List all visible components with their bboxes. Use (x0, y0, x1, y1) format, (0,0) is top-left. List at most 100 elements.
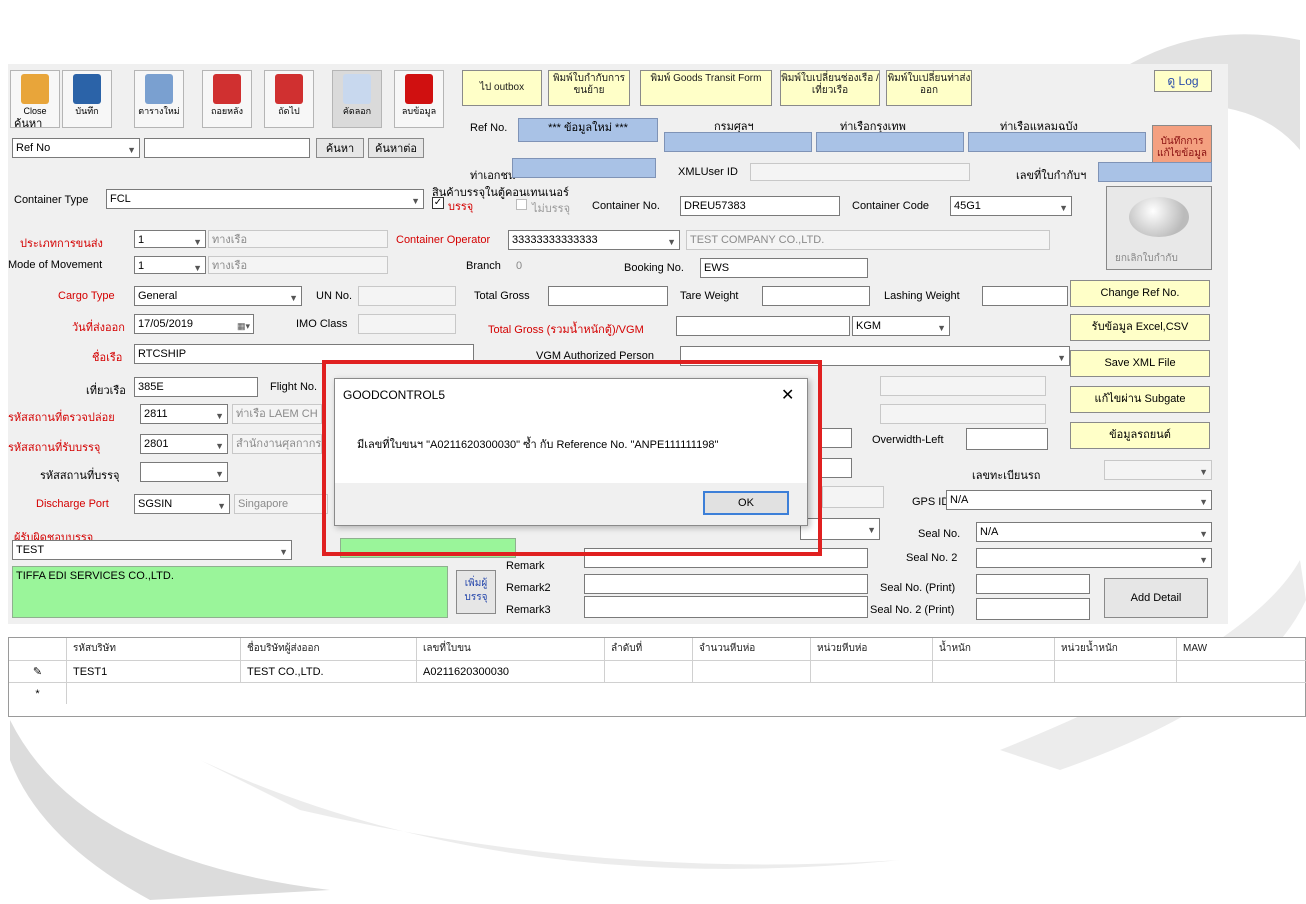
table-cell[interactable] (933, 660, 1055, 682)
booking-no-input[interactable]: EWS (700, 258, 868, 278)
vgm-unit-select[interactable]: KGM ▼ (852, 316, 950, 336)
new-row[interactable] (67, 682, 1306, 704)
seal-print-input[interactable] (976, 574, 1090, 594)
discharge-port-select[interactable]: SGSIN ▼ (134, 494, 230, 514)
table-cell[interactable]: TEST CO.,LTD. (241, 660, 417, 682)
back-button[interactable]: ถอยหลัง (202, 70, 252, 128)
grid-header-package-qty[interactable]: จำนวนหีบห่อ (693, 638, 811, 660)
gps-id-select[interactable]: N/A ▼ (946, 490, 1212, 510)
seal-no-value: N/A (980, 526, 999, 538)
log-button[interactable]: ดู Log (1154, 70, 1212, 92)
highlight-frame (322, 360, 822, 556)
overwidth-right-input[interactable] (820, 428, 852, 448)
remark3-input[interactable] (584, 596, 868, 618)
total-gross-input[interactable] (548, 286, 668, 306)
packed-checkbox[interactable]: ✓ (432, 197, 444, 209)
search-button[interactable]: ค้นหา (316, 138, 364, 158)
vgm-unit-value: KGM (856, 320, 882, 332)
chevron-down-icon: ▼ (867, 525, 876, 535)
vehicle-reg-select[interactable]: ▼ (1104, 460, 1212, 480)
chevron-down-icon: ▼ (1059, 203, 1068, 213)
company-name-field: TIFFA EDI SERVICES CO.,LTD. (12, 566, 448, 618)
seal-no-label: Seal No. (918, 528, 961, 540)
back-arrow-icon (213, 74, 241, 104)
vehicle-info-button[interactable]: ข้อมูลรถยนต์ (1070, 422, 1210, 449)
table-cell[interactable]: TEST1 (67, 660, 241, 682)
delete-button[interactable]: ลบข้อมูล (394, 70, 444, 128)
seal-no-select[interactable]: N/A ▼ (976, 522, 1212, 542)
grid-header-declaration-no[interactable]: เลขที่ใบขน (417, 638, 605, 660)
un-no-select[interactable] (358, 286, 456, 306)
change-ref-button[interactable]: Change Ref No. (1070, 280, 1210, 307)
container-no-input[interactable]: DREU57383 (680, 196, 840, 216)
operator-name-field: TEST COMPANY CO.,LTD. (686, 230, 1050, 250)
row-edit-marker: ✎ (9, 660, 67, 682)
container-code-select[interactable]: 45G1 ▼ (950, 196, 1072, 216)
lashing-weight-input[interactable] (982, 286, 1068, 306)
calendar-icon: ▦▾ (236, 321, 250, 331)
height-input[interactable] (820, 458, 852, 478)
cancel-round-icon (1129, 197, 1189, 237)
print-cargo-button[interactable]: พิมพ์ใบกำกับการขนย้าย (548, 70, 630, 106)
grid-header-sequence[interactable]: ลำดับที่ (605, 638, 693, 660)
bkk-port-field (816, 132, 964, 152)
movement-select[interactable]: 1 ▼ (134, 256, 206, 274)
copy-button[interactable]: คัดลอก (332, 70, 382, 128)
seal-no-2-label: Seal No. 2 (906, 552, 958, 564)
imo-class-select[interactable] (358, 314, 456, 334)
add-packer-button[interactable]: เพิ่มผู้บรรจุ (456, 570, 496, 614)
container-type-select[interactable]: FCL ▼ (106, 189, 424, 209)
table-cell[interactable]: A0211620300030 (417, 660, 605, 682)
print-change-exit-button[interactable]: พิมพ์ใบเปลี่ยนท่าส่งออก (886, 70, 972, 106)
release-port-select[interactable]: 2811 ▼ (140, 404, 228, 424)
seal2-print-label: Seal No. 2 (Print) (870, 604, 955, 616)
movement-value: 1 (138, 260, 145, 272)
voyage-input[interactable]: 385E (134, 377, 258, 397)
overwidth-left-input[interactable] (966, 428, 1048, 450)
receive-port-select[interactable]: 2801 ▼ (140, 434, 228, 454)
import-excel-button[interactable]: รับข้อมูล Excel,CSV (1070, 314, 1210, 341)
table-cell[interactable] (605, 660, 693, 682)
add-detail-button[interactable]: Add Detail (1104, 578, 1208, 618)
grid-header-maw[interactable]: MAW (1177, 638, 1306, 660)
receive-port-desc: สำนักงานศุลกากร (232, 434, 322, 454)
grid-header-weight-unit[interactable]: หน่วยน้ำหนัก (1055, 638, 1177, 660)
transport-type-select[interactable]: 1 ▼ (134, 230, 206, 248)
advanced-search-button[interactable]: ค้นหาต่อ (368, 138, 424, 158)
seal2-print-input[interactable] (976, 598, 1090, 620)
cargo-type-select[interactable]: General ▼ (134, 286, 302, 306)
save-xml-button[interactable]: Save XML File (1070, 350, 1210, 377)
grid-header-weight[interactable]: น้ำหนัก (933, 638, 1055, 660)
remark2-input[interactable] (584, 574, 868, 594)
subgate-edit-button[interactable]: แก้ไขผ่าน Subgate (1070, 386, 1210, 413)
seal-no-2-select[interactable]: ▼ (976, 548, 1212, 568)
edit-icon (145, 74, 173, 104)
packer-select[interactable]: TEST ▼ (12, 540, 292, 560)
pack-place-select[interactable]: ▼ (140, 462, 228, 482)
bulk-checkbox[interactable] (516, 199, 527, 210)
container-operator-select[interactable]: 33333333333333 ▼ (508, 230, 680, 250)
new-table-button[interactable]: ตารางใหม่ (134, 70, 184, 128)
next-button[interactable]: ถัดไป (264, 70, 314, 128)
grid-header-exporter-name[interactable]: ชื่อบริษัทผู้ส่งออก (241, 638, 417, 660)
export-date-picker[interactable]: 17/05/2019 ▦▾ (134, 314, 254, 334)
search-field-select[interactable]: Ref No ▼ (12, 138, 140, 158)
grid-header-company-code[interactable]: รหัสบริษัท (67, 638, 241, 660)
grid-header-package-unit[interactable]: หน่วยหีบห่อ (811, 638, 933, 660)
print-change-vessel-button[interactable]: พิมพ์ใบเปลี่ยนช่องเรือ /เที่ยวเรือ (780, 70, 880, 106)
permit-no-field (1098, 162, 1212, 182)
permit-no-label: เลขที่ใบกำกับฯ (1016, 170, 1087, 182)
table-cell[interactable] (811, 660, 933, 682)
chevron-down-icon: ▼ (193, 237, 202, 247)
table-cell[interactable] (1055, 660, 1177, 682)
vgm-input[interactable] (676, 316, 850, 336)
outbox-button[interactable]: ไป outbox (462, 70, 542, 106)
search-input[interactable] (144, 138, 310, 158)
save-button[interactable]: บันทึก (62, 70, 112, 128)
transport-type-value: 1 (138, 234, 145, 246)
cancel-permit-button[interactable]: ยกเลิกใบกำกับ (1106, 186, 1212, 270)
tare-weight-input[interactable] (762, 286, 870, 306)
table-cell[interactable] (693, 660, 811, 682)
table-cell[interactable] (1177, 660, 1306, 682)
print-goods-transit-button[interactable]: พิมพ์ Goods Transit Form (640, 70, 772, 106)
